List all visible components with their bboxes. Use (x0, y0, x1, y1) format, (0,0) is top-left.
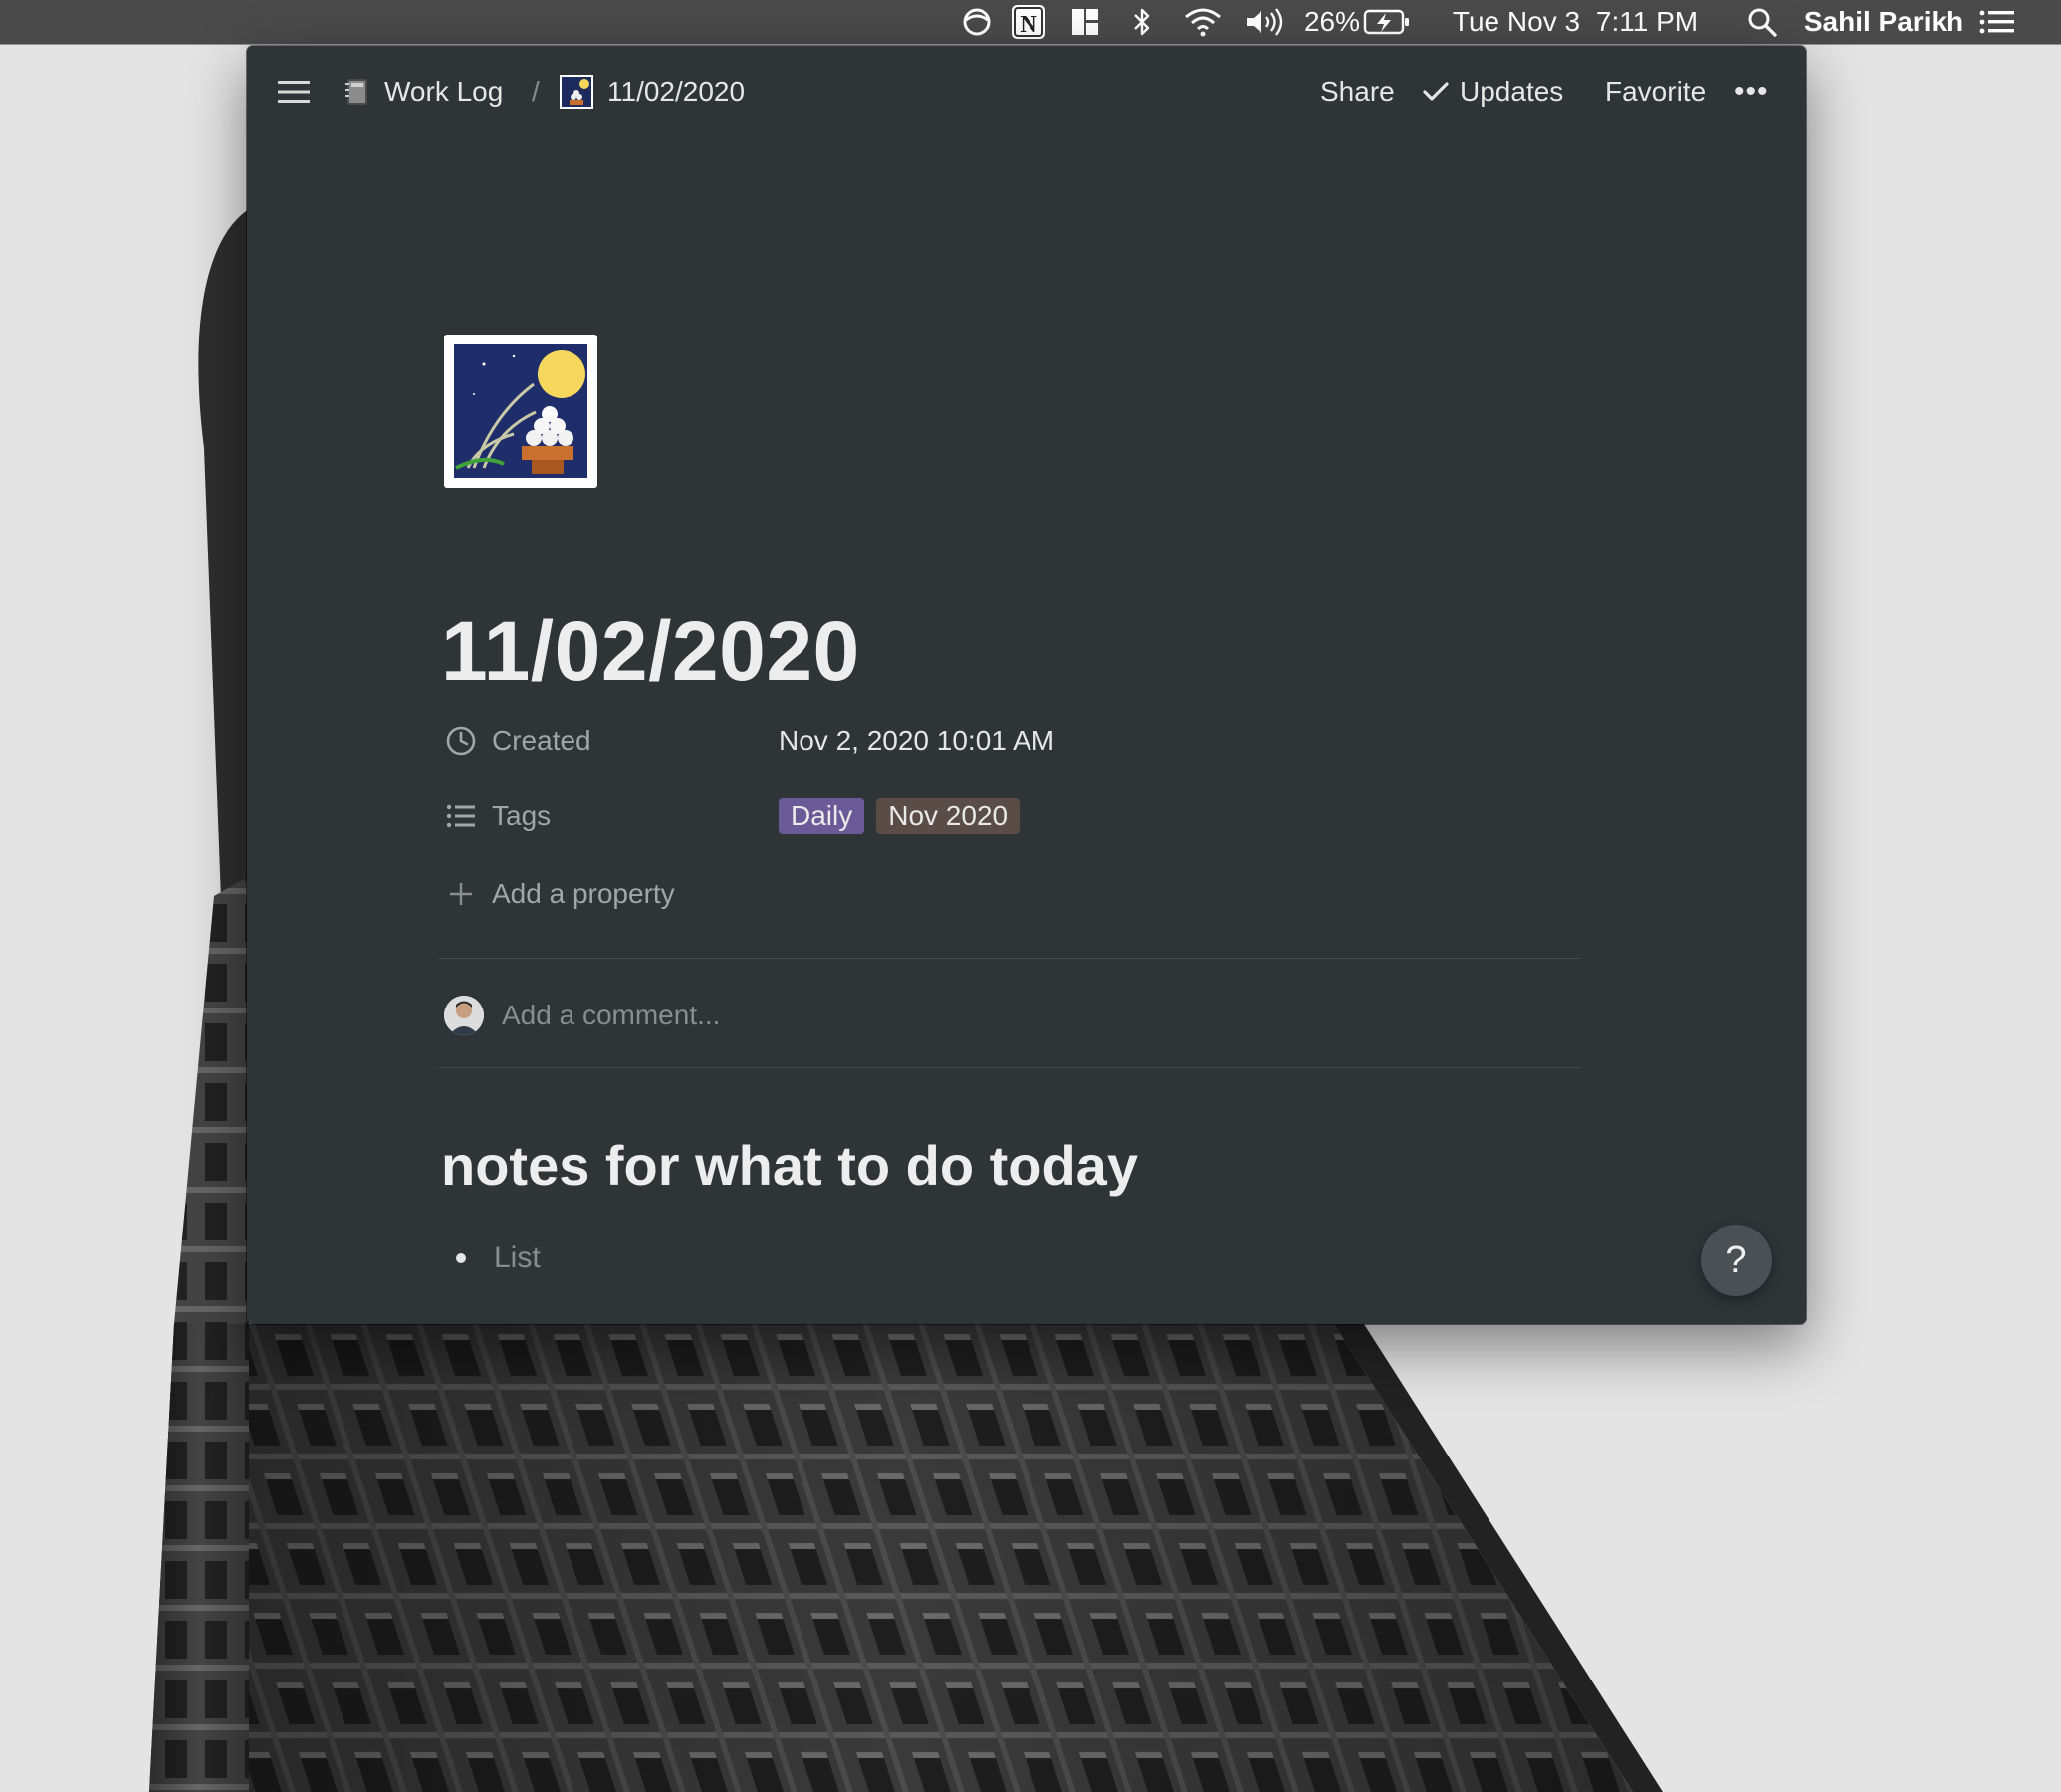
plus-icon (444, 877, 478, 911)
breadcrumb-parent-label: Work Log (384, 76, 504, 107)
menubar-user[interactable]: Sahil Parikh (1804, 0, 1963, 44)
page-icon[interactable] (444, 335, 597, 488)
tag-nov-2020[interactable]: Nov 2020 (876, 798, 1021, 834)
menu-bar: N 26% Tue Nov 3 7:11 PM Sahil Parikh (0, 0, 2061, 44)
menubar-time[interactable]: 7:11 PM (1593, 0, 1701, 44)
property-label-tags: Tags (492, 800, 552, 831)
window-topbar: Work Log / 11/02/2020 Share Updates Favo… (247, 46, 1806, 137)
divider-top (439, 958, 1580, 959)
battery-charging-icon[interactable] (1362, 0, 1412, 44)
property-label-created: Created (492, 725, 591, 756)
sidebar-toggle-icon[interactable] (277, 46, 313, 137)
bluetooth-icon[interactable] (1127, 0, 1157, 44)
share-button[interactable]: Share (1320, 46, 1395, 137)
notebook-emoji-icon (344, 77, 370, 107)
comment-row[interactable]: Add a comment... (444, 988, 720, 1043)
updates-button[interactable]: Updates (1422, 46, 1563, 137)
property-name-tags[interactable]: Tags (444, 799, 551, 833)
checkmark-icon (1422, 80, 1450, 104)
volume-icon[interactable] (1243, 0, 1286, 44)
page-heading[interactable]: notes for what to do today (441, 1133, 1138, 1198)
focus-icon[interactable] (958, 0, 996, 44)
tag-daily[interactable]: Daily (779, 798, 865, 834)
page-title[interactable]: 11/02/2020 (441, 603, 860, 700)
notion-window: Work Log / 11/02/2020 Share Updates Favo… (247, 46, 1806, 1324)
breadcrumb-current-label: 11/02/2020 (607, 76, 746, 107)
add-property-button[interactable]: Add a property (444, 866, 1579, 922)
layout-icon[interactable] (1067, 0, 1103, 44)
breadcrumb-parent[interactable]: Work Log (344, 46, 503, 137)
more-options-button[interactable]: ••• (1734, 46, 1769, 137)
list-icon (444, 799, 478, 833)
wifi-icon[interactable] (1181, 0, 1225, 44)
notion-app-icon[interactable]: N (1008, 0, 1049, 44)
help-button[interactable]: ? (1701, 1225, 1772, 1296)
add-property-label: Add a property (492, 878, 675, 909)
control-list-icon[interactable] (1977, 0, 2017, 44)
clock-icon (444, 724, 478, 758)
property-tags[interactable]: Tags Daily Nov 2020 (444, 788, 1579, 844)
favorite-button[interactable]: Favorite (1605, 46, 1706, 137)
tags-value[interactable]: Daily Nov 2020 (779, 798, 1031, 834)
moon-viewing-emoji-icon (560, 75, 593, 109)
breadcrumb-current[interactable]: 11/02/2020 (560, 46, 745, 137)
property-name-created[interactable]: Created (444, 724, 591, 758)
property-created[interactable]: Created Nov 2, 2020 10:01 AM (444, 713, 1579, 769)
list-item[interactable]: List (456, 1231, 541, 1286)
updates-label: Updates (1460, 76, 1564, 107)
list-item-text[interactable]: List (494, 1241, 541, 1275)
battery-percent: 26% (1303, 6, 1361, 37)
comment-input[interactable]: Add a comment... (502, 1000, 720, 1031)
spotlight-search-icon[interactable] (1744, 0, 1780, 44)
menubar-date[interactable]: Tue Nov 3 (1450, 0, 1583, 44)
avatar (444, 996, 484, 1035)
bullet-icon (456, 1253, 466, 1263)
breadcrumb-separator: / (532, 76, 540, 107)
divider-bottom (439, 1067, 1580, 1068)
add-property[interactable]: Add a property (444, 877, 675, 911)
svg-text:N: N (1020, 12, 1037, 38)
created-value: Nov 2, 2020 10:01 AM (779, 725, 1055, 756)
